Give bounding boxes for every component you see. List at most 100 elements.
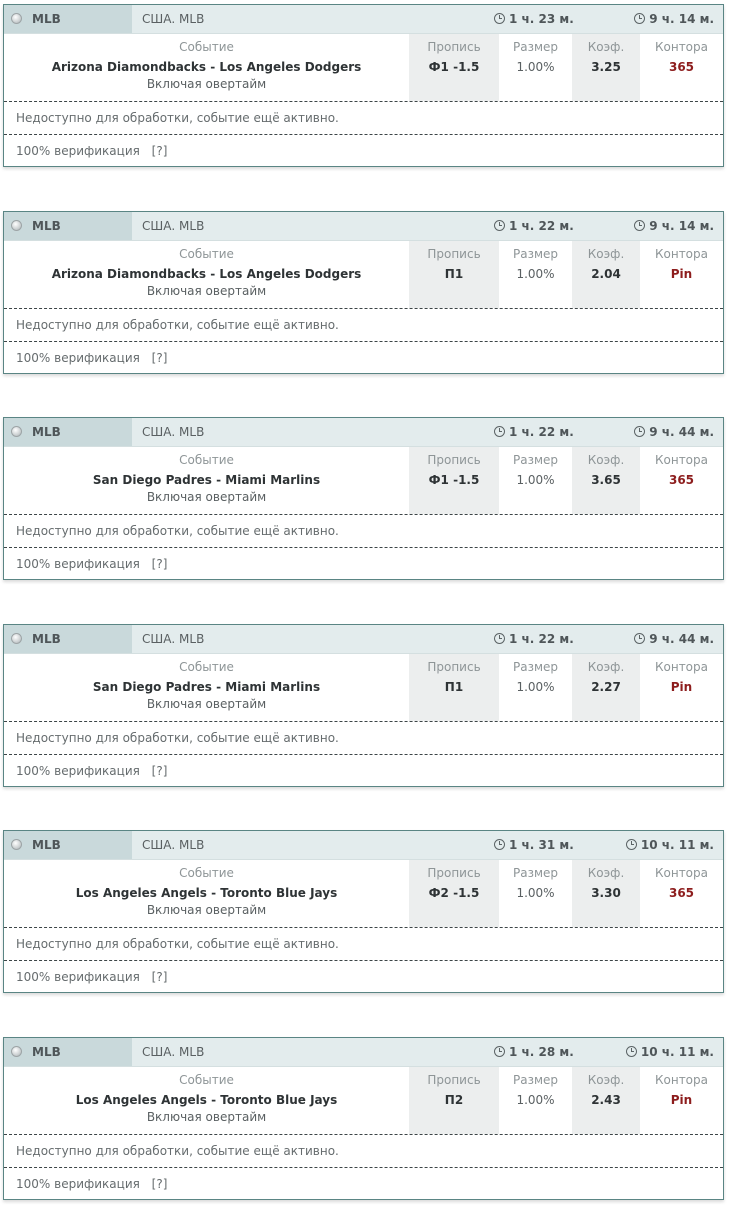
status-dot-icon — [11, 839, 22, 850]
status-row: Недоступно для обработки, событие ещё ак… — [4, 101, 723, 134]
size-header: Размер — [512, 659, 559, 674]
event-header: Событие — [179, 40, 234, 54]
event-start-timer: 1 ч. 22 м. — [494, 418, 574, 446]
clock-icon — [634, 13, 646, 24]
event-end-timer: 10 ч. 11 м. — [625, 1038, 714, 1066]
help-link[interactable]: [?] — [152, 764, 168, 778]
size-header: Размер — [512, 866, 559, 880]
event-start-timer-value: 1 ч. 31 м. — [509, 838, 574, 852]
odds-column: Коэф. 2.04 — [572, 240, 640, 308]
size-header: Размер — [512, 246, 559, 261]
size-column: Размер 1.00% — [499, 1067, 572, 1134]
help-link[interactable]: [?] — [152, 144, 168, 158]
event-start-timer: 1 ч. 22 м. — [494, 625, 574, 653]
bookmaker-column: Контора 365 — [640, 447, 723, 514]
clock-icon — [625, 839, 637, 850]
odds-value: 3.65 — [591, 473, 621, 487]
status-row: Недоступно для обработки, событие ещё ак… — [4, 514, 723, 547]
status-dot-icon — [11, 632, 22, 644]
odds-column: Коэф. 2.27 — [572, 653, 640, 721]
line-value: Ф1 -1.5 — [428, 60, 480, 74]
verification-label: 100% верификация — [16, 763, 140, 778]
verification-row: 100% верификация [?] — [4, 1166, 723, 1200]
event-header: Событие — [179, 659, 234, 674]
line-column: Пропись П1 — [409, 653, 499, 721]
help-link[interactable]: [?] — [152, 970, 168, 984]
status-dot-icon — [11, 219, 22, 231]
help-link[interactable]: [?] — [152, 1177, 168, 1191]
line-value: П1 — [444, 679, 464, 694]
event-header: Событие — [179, 866, 234, 880]
line-header: Пропись — [427, 246, 481, 261]
bookmaker-value: 365 — [668, 473, 695, 487]
league-tab[interactable]: MLB — [4, 831, 132, 859]
event-name: Los Angeles Angels - Toronto Blue Jays — [75, 886, 338, 900]
size-column: Размер 1.00% — [499, 241, 572, 308]
odds-header: Коэф. — [587, 866, 625, 880]
bookmaker-value: Pin — [670, 266, 693, 281]
region-label: США. MLB — [142, 631, 205, 646]
overtime-note: Включая овертайм — [146, 903, 267, 917]
line-header: Пропись — [427, 453, 481, 467]
league-name: MLB — [32, 1044, 61, 1059]
bookmaker-value: 365 — [668, 886, 695, 900]
event-start-timer: 1 ч. 23 м. — [494, 5, 574, 33]
size-value: 1.00% — [516, 886, 555, 900]
bet-card: MLB США. MLB 1 ч. 22 м. 9 ч. 44 м. Событ… — [3, 623, 724, 787]
odds-header: Коэф. — [587, 453, 625, 467]
event-end-timer: 10 ч. 11 м. — [625, 831, 714, 859]
card-header: MLB США. MLB 1 ч. 28 м. 10 ч. 11 м. — [4, 1037, 723, 1067]
region-label: США. MLB — [142, 12, 205, 26]
league-tab[interactable]: MLB — [4, 5, 132, 33]
bookmaker-header: Контора — [654, 453, 708, 467]
league-tab[interactable]: MLB — [4, 211, 132, 240]
odds-header: Коэф. — [587, 246, 625, 261]
event-column: Событие Arizona Diamondbacks - Los Angel… — [4, 241, 409, 308]
help-link[interactable]: [?] — [152, 351, 168, 365]
size-column: Размер 1.00% — [499, 860, 572, 927]
league-tab[interactable]: MLB — [4, 624, 132, 653]
status-dot-icon — [11, 426, 22, 437]
event-header: Событие — [179, 1072, 234, 1087]
size-header: Размер — [512, 1072, 559, 1087]
odds-value: 3.25 — [591, 60, 621, 74]
bookmaker-column: Контора 365 — [640, 860, 723, 927]
clock-icon — [634, 632, 646, 644]
clock-icon — [494, 632, 505, 644]
size-column: Размер 1.00% — [499, 34, 572, 101]
league-name: MLB — [32, 631, 61, 646]
card-header: MLB США. MLB 1 ч. 22 м. 9 ч. 14 м. — [4, 211, 723, 241]
bookmaker-column: Контора Pin — [640, 654, 723, 721]
clock-icon — [494, 1045, 505, 1057]
size-header: Размер — [512, 453, 559, 467]
status-row: Недоступно для обработки, событие ещё ак… — [4, 307, 723, 341]
event-name: Arizona Diamondbacks - Los Angeles Dodge… — [51, 266, 362, 281]
card-body: Событие Arizona Diamondbacks - Los Angel… — [4, 240, 723, 308]
card-header: MLB США. MLB 1 ч. 23 м. 9 ч. 14 м. — [4, 5, 723, 34]
overtime-note: Включая овертайм — [146, 283, 267, 298]
league-name: MLB — [32, 838, 61, 852]
region-label: США. MLB — [142, 218, 205, 233]
odds-value: 3.30 — [591, 886, 621, 900]
event-name: Los Angeles Angels - Toronto Blue Jays — [75, 1092, 338, 1107]
event-start-timer-value: 1 ч. 28 м. — [509, 1044, 574, 1059]
event-column: Событие Los Angeles Angels - Toronto Blu… — [4, 860, 409, 927]
verification-label: 100% верификация — [16, 970, 140, 984]
clock-icon — [494, 426, 505, 437]
overtime-note: Включая овертайм — [146, 77, 267, 91]
event-start-timer: 1 ч. 31 м. — [494, 831, 574, 859]
league-tab[interactable]: MLB — [4, 418, 132, 446]
event-end-timer: 9 ч. 14 м. — [634, 5, 714, 33]
event-end-timer: 9 ч. 44 м. — [634, 418, 714, 446]
odds-column: Коэф. 3.25 — [572, 34, 640, 101]
odds-column: Коэф. 3.65 — [572, 447, 640, 514]
odds-value: 2.27 — [591, 679, 621, 694]
bookmaker-column: Контора 365 — [640, 34, 723, 101]
line-column: Пропись П2 — [409, 1066, 499, 1134]
status-row: Недоступно для обработки, событие ещё ак… — [4, 720, 723, 754]
help-link[interactable]: [?] — [152, 557, 168, 571]
odds-header: Коэф. — [587, 40, 625, 54]
league-tab[interactable]: MLB — [4, 1037, 132, 1066]
event-end-timer-value: 9 ч. 44 м. — [649, 631, 714, 646]
line-column: Пропись Ф2 -1.5 — [409, 860, 499, 927]
